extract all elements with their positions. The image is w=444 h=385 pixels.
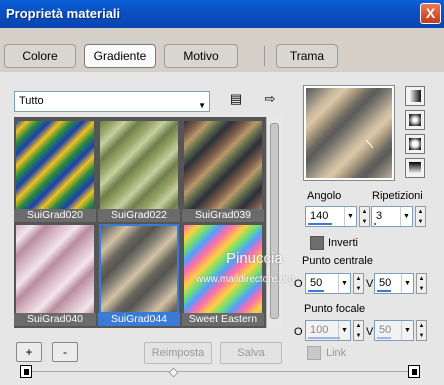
angle-value: 140 — [310, 210, 329, 222]
link-checkbox[interactable] — [307, 346, 321, 360]
gradient-item-label: SuiGrad039 — [182, 209, 264, 222]
radial-style-icon — [409, 162, 421, 174]
title-bar: Proprietà materiali X — [0, 0, 444, 28]
repetitions-slider-fill — [374, 223, 376, 225]
stop-marker-icon — [412, 369, 417, 375]
gradient-item-label: SuiGrad044 — [98, 313, 180, 326]
tab-motivo[interactable]: Motivo — [164, 44, 238, 68]
angle-stepper[interactable]: ▲ ▼ — [359, 206, 370, 227]
center-o-label: O — [294, 278, 303, 290]
gradient-item[interactable]: SuiGrad022 — [98, 119, 180, 222]
linear-style-icon — [409, 90, 421, 102]
angle-label: Angolo — [307, 190, 342, 202]
category-select-value: Tutto — [19, 95, 44, 107]
center-v-label: V — [366, 278, 374, 290]
sunburst-style-icon — [409, 138, 421, 150]
library-scrollbar[interactable] — [266, 117, 282, 328]
gradient-swatch — [184, 225, 262, 313]
center-o-value: 50 — [310, 277, 323, 289]
gradient-swatch — [100, 121, 178, 209]
chevron-down-icon: ▼ — [198, 101, 206, 110]
gradient-item-selected[interactable]: SuiGrad044 — [98, 223, 180, 326]
category-select[interactable]: Tutto ▼ — [14, 91, 210, 112]
gradient-item[interactable]: SuiGrad039 — [182, 119, 264, 222]
repetitions-field[interactable]: 3 ▼ — [371, 206, 413, 227]
gradient-item[interactable]: SuiGrad040 — [14, 223, 96, 326]
focal-v-label: V — [366, 326, 374, 338]
chevron-down-icon[interactable]: ▼ — [401, 274, 413, 293]
focal-v-field[interactable]: 50 ▼ — [374, 320, 414, 341]
invert-checkbox[interactable] — [310, 236, 324, 250]
tab-separator — [264, 46, 265, 66]
focal-o-field[interactable]: 100 ▼ — [305, 320, 351, 341]
tab-gradiente[interactable]: Gradiente — [84, 44, 156, 68]
focal-point-label: Punto focale — [304, 303, 366, 315]
scrollbar-thumb[interactable] — [270, 123, 279, 319]
repetitions-label: Ripetizioni — [372, 190, 423, 202]
gradient-item-label: Sweet Eastern — [182, 313, 264, 326]
focal-v-value: 50 — [379, 324, 392, 336]
remove-gradient-button[interactable]: - — [52, 342, 78, 362]
center-o-field[interactable]: 50 ▼ — [305, 273, 351, 294]
library-options-icon[interactable]: ▤ — [228, 91, 244, 107]
center-o-stepper[interactable]: ▲ ▼ — [353, 273, 364, 294]
chevron-down-icon[interactable]: ▼ — [400, 207, 412, 226]
gradient-item[interactable]: SuiGrad020 — [14, 119, 96, 222]
gradient-swatch — [16, 121, 94, 209]
focal-v-slider-fill — [377, 337, 391, 339]
tab-bar: Colore Gradiente Motivo Trama — [0, 38, 444, 72]
center-o-slider-fill — [308, 290, 324, 292]
gradient-swatch — [16, 225, 94, 313]
focal-o-stepper[interactable]: ▲ ▼ — [353, 320, 364, 341]
gradient-item[interactable]: Sweet Eastern — [182, 223, 264, 326]
repetitions-value: 3 — [376, 210, 383, 222]
center-v-value: 50 — [379, 277, 392, 289]
angle-slider-fill — [308, 223, 332, 225]
center-v-slider-fill — [377, 290, 391, 292]
angle-handle-icon — [365, 139, 374, 149]
chevron-down-icon[interactable]: ▼ — [338, 274, 350, 293]
center-v-stepper[interactable]: ▲ ▼ — [416, 273, 427, 294]
style-rectangular-button[interactable] — [405, 110, 425, 130]
close-button[interactable]: X — [420, 3, 441, 24]
stop-marker-icon — [24, 369, 29, 375]
style-sunburst-button[interactable] — [405, 134, 425, 154]
save-button[interactable]: Salva — [220, 342, 282, 364]
window-title: Proprietà materiali — [6, 6, 121, 21]
tab-colore[interactable]: Colore — [4, 44, 76, 68]
gradient-swatch — [99, 224, 179, 314]
style-linear-button[interactable] — [405, 86, 425, 106]
gradient-preview[interactable] — [303, 85, 395, 181]
style-radial-button[interactable] — [405, 158, 425, 178]
gradient-editor-track — [26, 371, 418, 372]
arrow-right-icon[interactable]: ⇨ — [262, 91, 278, 107]
focal-o-value: 100 — [310, 324, 329, 336]
focal-o-slider-fill — [308, 337, 340, 339]
chevron-down-icon[interactable]: ▼ — [344, 207, 356, 226]
focal-o-label: O — [294, 326, 303, 338]
gradient-stop-left[interactable] — [20, 365, 32, 378]
link-label: Link — [326, 347, 347, 359]
gradient-library-grid: SuiGrad020 SuiGrad022 SuiGrad039 SuiGrad… — [14, 117, 266, 328]
center-point-label: Punto centrale — [302, 255, 373, 267]
gradient-swatch — [184, 121, 262, 209]
center-v-field[interactable]: 50 ▼ — [374, 273, 414, 294]
focal-v-stepper[interactable]: ▲ ▼ — [416, 320, 427, 341]
tab-trama[interactable]: Trama — [276, 44, 338, 68]
invert-label: Inverti — [328, 237, 358, 249]
gradient-item-label: SuiGrad020 — [14, 209, 96, 222]
rectangular-style-icon — [409, 114, 421, 126]
gradient-stop-right[interactable] — [408, 365, 420, 378]
angle-field[interactable]: 140 ▼ — [305, 206, 357, 227]
gradient-item-label: SuiGrad022 — [98, 209, 180, 222]
repetitions-stepper[interactable]: ▲ ▼ — [415, 206, 426, 227]
add-gradient-button[interactable]: + — [16, 342, 42, 362]
gradient-item-label: SuiGrad040 — [14, 313, 96, 326]
reset-button[interactable]: Reimposta — [144, 342, 212, 364]
chevron-down-icon[interactable]: ▼ — [401, 321, 413, 340]
